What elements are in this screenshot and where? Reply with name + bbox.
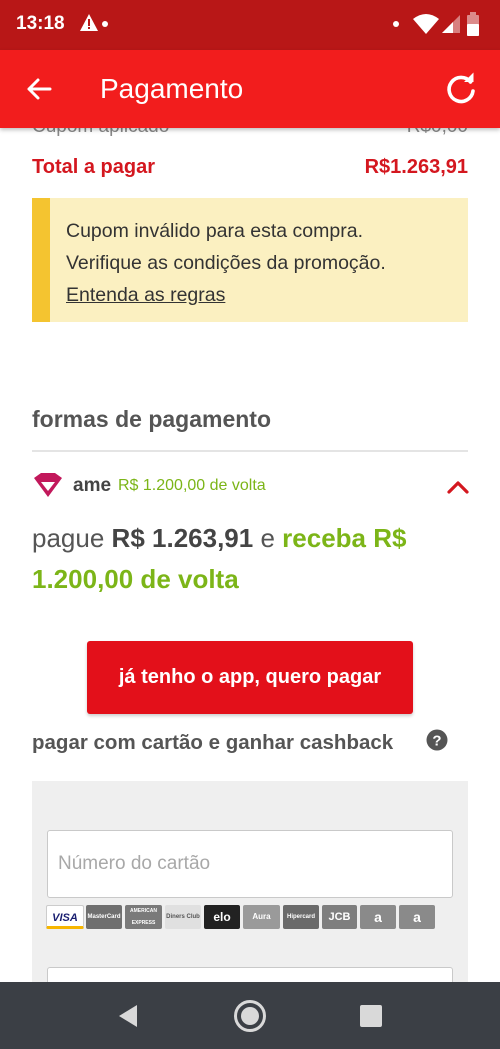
page-title: Pagamento <box>100 73 244 104</box>
nav-recents-icon[interactable] <box>360 1005 382 1027</box>
nav-home-icon[interactable] <box>233 999 267 1033</box>
arrow-left-icon[interactable] <box>24 74 54 104</box>
card-brands: VISA MasterCard AMERICAN EXPRESS Diners … <box>46 905 446 931</box>
brand-card-logo: a <box>399 905 435 929</box>
ame-option-header[interactable]: ame R$ 1.200,00 de volta <box>32 472 470 502</box>
notification-dot-icon <box>102 21 108 27</box>
ame-heart-logo-icon <box>34 473 62 497</box>
card-number-input[interactable] <box>47 830 453 898</box>
total-label: Total a pagar <box>32 156 155 178</box>
system-nav-bar <box>0 982 500 1049</box>
pay-amount: R$ 1.263,91 <box>111 523 254 553</box>
question-mark-icon[interactable]: ? <box>426 729 448 751</box>
ame-name: ame <box>73 475 112 496</box>
card-form: VISA MasterCard AMERICAN EXPRESS Diners … <box>32 781 468 982</box>
brand-hipercard-logo: Hipercard <box>283 905 319 929</box>
brand-visa-logo: VISA <box>46 905 84 929</box>
divider <box>32 450 468 452</box>
brand-aura-logo: Aura <box>243 905 280 929</box>
status-time: 13:18 <box>16 13 65 34</box>
payment-content[interactable]: Cupom aplicado R$0,00 Total a pagar R$1.… <box>0 128 500 982</box>
wifi-icon <box>413 14 439 34</box>
brand-elo-logo: elo <box>204 905 240 929</box>
pay-connector: e <box>260 523 275 553</box>
status-bar: 13:18 <box>0 0 500 50</box>
ame-pay-description: pague R$ 1.263,91 e receba R$ 1.200,00 d… <box>32 518 468 600</box>
refresh-icon[interactable] <box>444 72 478 106</box>
coupon-label: Cupom aplicado <box>32 128 169 137</box>
signal-icon <box>442 15 460 33</box>
coupon-row: Cupom aplicado R$0,00 <box>32 128 468 138</box>
battery-icon <box>467 12 479 36</box>
brand-mastercard-logo: MasterCard <box>86 905 122 929</box>
payment-methods-title: formas de pagamento <box>32 406 271 432</box>
notice-line: Cupom inválido para esta compra. <box>66 220 363 242</box>
warning-icon <box>80 14 98 31</box>
nav-back-icon[interactable] <box>116 1003 140 1029</box>
total-row: Total a pagar R$1.263,91 <box>32 156 468 179</box>
notice-line: Verifique as condições da promoção. <box>66 252 386 274</box>
app-bar: Pagamento <box>0 50 500 128</box>
rules-link[interactable]: Entenda as regras <box>66 279 468 311</box>
card-holder-input[interactable] <box>47 967 453 982</box>
ame-cashback-label: R$ 1.200,00 de volta <box>118 477 266 494</box>
coupon-value: R$0,00 <box>407 128 468 138</box>
brand-jcb-logo: JCB <box>322 905 357 929</box>
brand-amex-logo: AMERICAN EXPRESS <box>125 905 162 929</box>
pay-with-app-button[interactable]: já tenho o app, quero pagar <box>87 641 413 714</box>
coupon-warning-notice: Cupom inválido para esta compra. Verifiq… <box>32 198 468 322</box>
pay-prefix: pague <box>32 523 105 553</box>
total-value: R$1.263,91 <box>364 156 468 178</box>
card-payment-title: pagar com cartão e ganhar cashback <box>32 731 394 754</box>
chevron-up-icon[interactable] <box>446 477 470 497</box>
notification-dot-icon <box>393 21 399 27</box>
svg-text:?: ? <box>432 733 441 750</box>
brand-card-logo: a <box>360 905 396 929</box>
brand-diners-logo: Diners Club <box>165 905 201 929</box>
